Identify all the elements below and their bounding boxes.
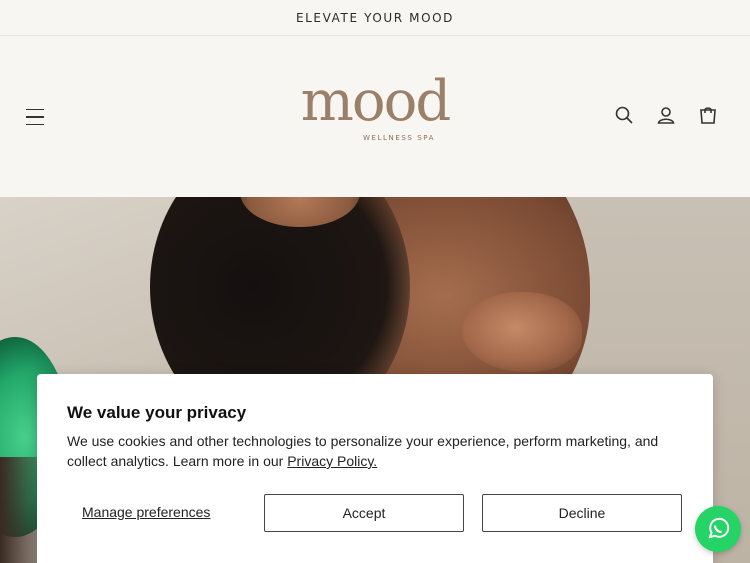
header-icons bbox=[614, 105, 718, 125]
cart-icon[interactable] bbox=[698, 105, 718, 125]
whatsapp-chat-button[interactable] bbox=[695, 506, 741, 552]
decline-button[interactable]: Decline bbox=[482, 494, 682, 532]
consent-title: We value your privacy bbox=[67, 403, 247, 422]
search-icon[interactable] bbox=[614, 105, 634, 125]
consent-body: We use cookies and other technologies to… bbox=[67, 433, 659, 469]
announcement-text: ELEVATE YOUR MOOD bbox=[295, 10, 455, 25]
whatsapp-icon bbox=[708, 517, 730, 539]
cookie-consent-banner: We value your privacy We use cookies and… bbox=[37, 374, 713, 563]
announcement-bar: ELEVATE YOUR MOOD bbox=[0, 0, 750, 36]
manage-preferences-button[interactable]: Manage preferences bbox=[82, 504, 210, 520]
site-header: mood WELLNESS SPA bbox=[0, 37, 750, 197]
account-icon[interactable] bbox=[656, 105, 676, 125]
logo-tagline: WELLNESS SPA bbox=[362, 134, 436, 142]
accept-button[interactable]: Accept bbox=[264, 494, 464, 532]
privacy-policy-link[interactable]: Privacy Policy. bbox=[287, 453, 377, 469]
